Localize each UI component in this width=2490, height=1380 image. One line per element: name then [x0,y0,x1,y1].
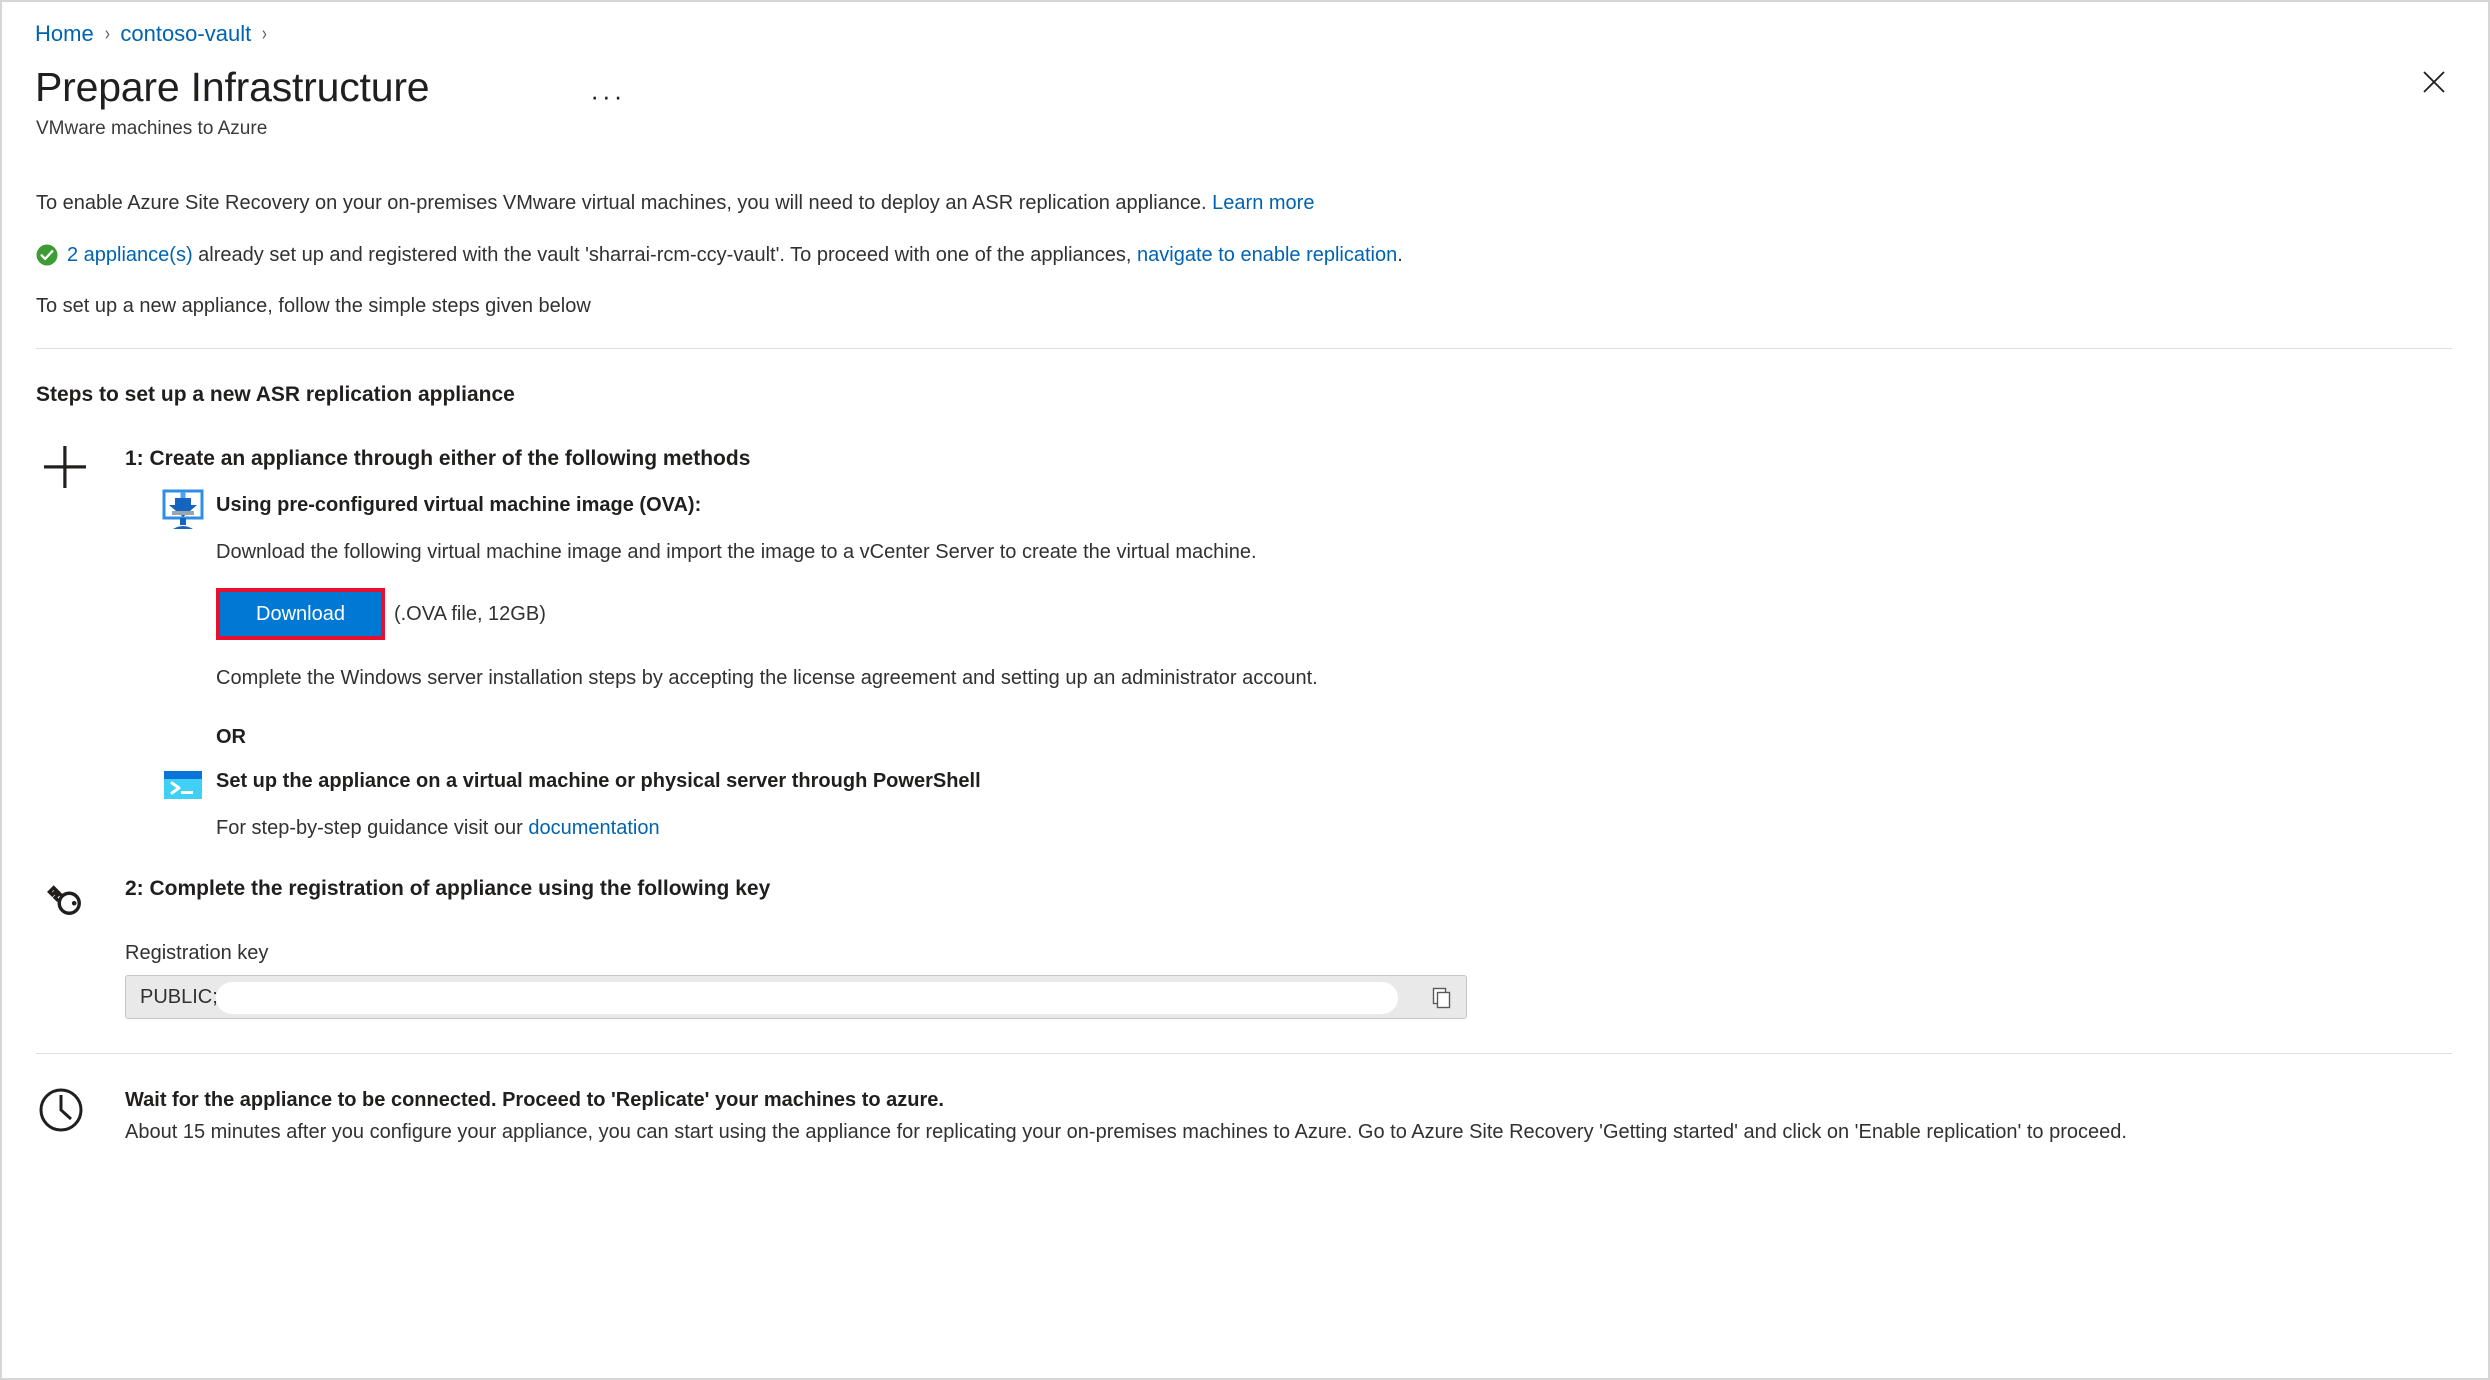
method-ova-post-text: Complete the Windows server installation… [216,667,1318,689]
close-button[interactable] [2416,64,2452,100]
method-powershell-body-prefix: For step-by-step guidance visit our [216,817,529,839]
step-1-title: 1: Create an appliance through either of… [125,447,751,470]
chevron-right-icon: › [104,23,110,45]
download-row: Download (.OVA file, 12GB) [216,588,2488,640]
clock-icon [39,1088,83,1132]
prepare-infrastructure-blade: Home › contoso-vault › Prepare Infrastru… [0,0,2490,1380]
divider-top [36,348,2452,349]
appliance-status-text: 2 appliance(s) already set up and regist… [67,241,1403,269]
method-ova: Using pre-configured virtual machine ima… [125,489,2488,750]
intro-line-1: To enable Azure Site Recovery on your on… [36,189,2448,217]
or-separator-label: OR [216,726,246,748]
intro-section: To enable Azure Site Recovery on your on… [2,189,2488,320]
footer-note: Wait for the appliance to be connected. … [2,1086,2488,1146]
title-row: Prepare Infrastructure ··· [2,48,2488,112]
footer-text: About 15 minutes after you configure you… [125,1121,2127,1143]
more-options-icon[interactable]: ··· [584,83,631,109]
key-icon-wrapper [36,874,94,932]
plus-icon [44,446,86,488]
appliance-status-mid: already set up and registered with the v… [192,244,1138,266]
method-powershell: Set up the appliance on a virtual machin… [125,767,2488,842]
success-check-icon [36,244,58,266]
chevron-right-icon-2: › [262,23,268,45]
download-button[interactable]: Download [220,592,381,636]
learn-more-link[interactable]: Learn more [1212,192,1314,214]
page-title: Prepare Infrastructure [35,64,430,110]
appliance-status-end: . [1397,244,1403,266]
plus-icon-wrapper [36,444,94,502]
step-2-block: 2: Complete the registration of applianc… [2,874,2488,1019]
method-ova-body: Download the following virtual machine i… [216,541,1257,563]
registration-key-value: PUBLIC; [140,985,218,1008]
divider-bottom [36,1053,2452,1054]
breadcrumb-item-home[interactable]: Home [35,20,94,48]
method-powershell-body: For step-by-step guidance visit our docu… [216,814,2488,842]
breadcrumb: Home › contoso-vault › [2,2,2488,48]
powershell-icon [164,771,202,799]
copy-to-clipboard-button[interactable] [1427,983,1457,1013]
steps-heading: Steps to set up a new ASR replication ap… [36,383,515,406]
documentation-link[interactable]: documentation [528,817,659,839]
breadcrumb-item-contoso-vault[interactable]: contoso-vault [120,20,251,48]
registration-key-label: Registration key [125,942,269,964]
intro-line-3: To set up a new appliance, follow the si… [36,295,591,317]
intro-line-1-text: To enable Azure Site Recovery on your on… [36,192,1213,214]
vm-image-download-icon [162,489,204,529]
copy-icon [1432,987,1451,1009]
registration-key-mask [216,982,1398,1014]
step-1-block: 1: Create an appliance through either of… [2,444,2488,842]
navigate-enable-replication-link[interactable]: navigate to enable replication [1137,244,1397,266]
download-highlight: Download [216,588,385,640]
method-powershell-title: Set up the appliance on a virtual machin… [216,770,981,792]
step-2-title: 2: Complete the registration of applianc… [125,877,771,900]
close-icon [2423,71,2445,93]
registration-key-field[interactable]: PUBLIC; [125,975,1467,1019]
method-ova-title: Using pre-configured virtual machine ima… [216,494,702,516]
footer-title: Wait for the appliance to be connected. … [125,1089,944,1111]
appliance-status-line: 2 appliance(s) already set up and regist… [36,241,2448,269]
download-file-info: (.OVA file, 12GB) [393,602,546,625]
appliance-count-link[interactable]: 2 appliance(s) [67,244,193,266]
key-icon [47,885,81,915]
page-subtitle: VMware machines to Azure [36,118,268,139]
